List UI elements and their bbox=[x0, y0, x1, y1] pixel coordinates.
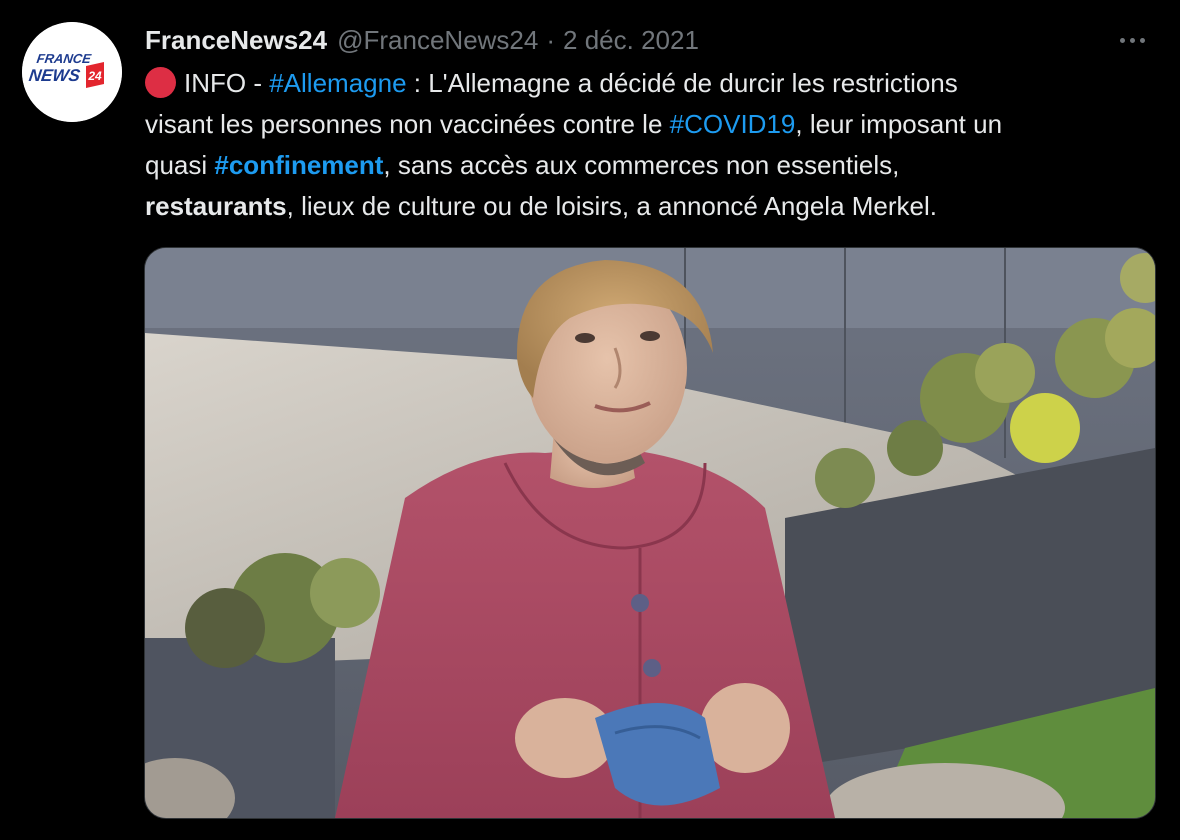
svg-text:NEWS: NEWS bbox=[28, 66, 82, 85]
hashtag-confinement-link[interactable]: #confinement bbox=[214, 150, 383, 180]
tweet-header: FranceNews24 @FranceNews24 · 2 déc. 2021 bbox=[145, 24, 699, 56]
hashtag-covid19-link[interactable]: #COVID19 bbox=[670, 109, 796, 139]
more-horizontal-icon-dot bbox=[1139, 37, 1145, 43]
text-segment: , sans accès aux commerces non essentiel… bbox=[383, 150, 900, 180]
tweet-text-line-4: restaurants, lieux de culture ou de lois… bbox=[145, 186, 1145, 227]
text-segment: , lieux de culture ou de loisirs, a anno… bbox=[286, 191, 938, 221]
tweet-date[interactable]: 2 déc. 2021 bbox=[563, 25, 699, 56]
text-segment-bold: restaurants bbox=[145, 191, 287, 221]
separator-dot: · bbox=[546, 24, 556, 55]
photo-illustration bbox=[145, 248, 1155, 818]
avatar[interactable]: FRANCE NEWS 24 bbox=[22, 22, 122, 122]
tweet-text: INFO - #Allemagne : L'Allemagne a décidé… bbox=[145, 63, 1145, 227]
text-segment: quasi bbox=[145, 150, 215, 180]
tweet[interactable]: FRANCE NEWS 24 FranceNews24 @FranceNews2… bbox=[0, 0, 1180, 840]
text-segment: visant les personnes non vaccinées contr… bbox=[145, 109, 670, 139]
svg-text:24: 24 bbox=[87, 69, 102, 83]
more-horizontal-icon-dot bbox=[1119, 37, 1125, 43]
tweet-text-line-3: quasi #confinement, sans accès aux comme… bbox=[145, 145, 1145, 186]
tweet-text-line-2: visant les personnes non vaccinées contr… bbox=[145, 104, 1145, 145]
text-segment: : L'Allemagne a décidé de durcir les res… bbox=[406, 68, 958, 98]
text-segment: INFO - bbox=[184, 68, 270, 98]
more-horizontal-icon-dot bbox=[1129, 37, 1135, 43]
tweet-photo[interactable] bbox=[144, 247, 1156, 819]
tweet-text-line-1: INFO - #Allemagne : L'Allemagne a décidé… bbox=[145, 63, 1145, 104]
author-display-name[interactable]: FranceNews24 bbox=[145, 25, 327, 56]
author-handle[interactable]: @FranceNews24 bbox=[337, 25, 538, 56]
hashtag-allemagne-link[interactable]: #Allemagne bbox=[269, 68, 406, 98]
more-options-button[interactable] bbox=[1112, 30, 1152, 50]
svg-text:FRANCE: FRANCE bbox=[36, 51, 93, 66]
red-circle-icon bbox=[145, 67, 176, 98]
francenews24-logo: FRANCE NEWS 24 bbox=[22, 22, 122, 122]
text-segment: , leur imposant un bbox=[795, 109, 1003, 139]
